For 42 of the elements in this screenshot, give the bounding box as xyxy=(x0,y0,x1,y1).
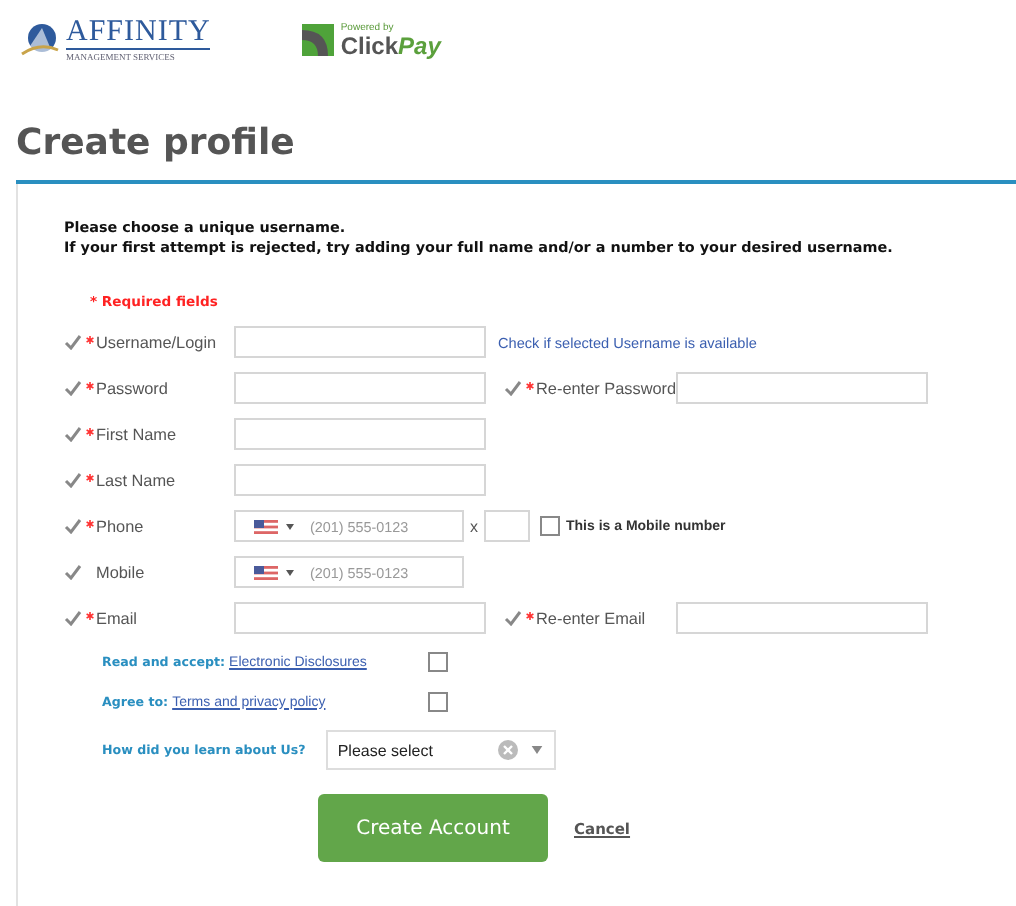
checkmark-icon xyxy=(64,518,82,534)
clickpay-wordmark: ClickPay xyxy=(340,33,441,57)
field-label: Re-enter Password xyxy=(536,379,677,397)
checkmark-icon xyxy=(64,426,82,442)
checkmark-icon xyxy=(64,380,82,396)
flag-icon xyxy=(254,519,278,533)
field-label: Phone xyxy=(96,517,144,535)
extension-field[interactable] xyxy=(484,510,530,542)
field-label: Password xyxy=(96,379,168,397)
text-field[interactable] xyxy=(676,602,928,634)
clickpay-logo-icon xyxy=(302,24,335,56)
checkmark-icon xyxy=(504,380,522,396)
text-field[interactable] xyxy=(234,372,486,404)
flag-icon xyxy=(254,565,278,579)
field-label: Re-enter Email xyxy=(536,609,646,627)
text-field[interactable] xyxy=(234,326,486,358)
checkmark-icon xyxy=(64,334,82,350)
checkmark-icon xyxy=(504,610,522,626)
field-label: First Name xyxy=(96,425,177,443)
caret-icon xyxy=(286,523,294,529)
source-select[interactable]: Please select xyxy=(325,730,556,770)
caret-icon xyxy=(286,569,294,575)
field-label: Last Name xyxy=(96,471,176,489)
checkmark-icon xyxy=(64,564,82,580)
agreement-checkbox[interactable] xyxy=(428,652,448,672)
globe-logo-icon xyxy=(20,22,60,58)
field-label: Username/Login xyxy=(96,333,217,351)
mobile-checkbox[interactable] xyxy=(540,516,560,536)
field-label: Email xyxy=(96,609,137,627)
clear-icon[interactable] xyxy=(497,740,518,760)
caret-icon xyxy=(529,746,544,754)
logo-name: AFFINITY xyxy=(66,17,211,50)
field-label: Mobile xyxy=(96,563,145,581)
checkmark-icon xyxy=(64,472,82,488)
text-field[interactable] xyxy=(234,418,486,450)
text-field[interactable] xyxy=(676,372,928,404)
text-field[interactable] xyxy=(234,464,486,496)
page-title: Create profile xyxy=(16,122,297,164)
agreement-checkbox[interactable] xyxy=(428,692,448,712)
text-field[interactable] xyxy=(234,602,486,634)
checkmark-icon xyxy=(64,610,82,626)
extension-label: x xyxy=(470,517,478,535)
